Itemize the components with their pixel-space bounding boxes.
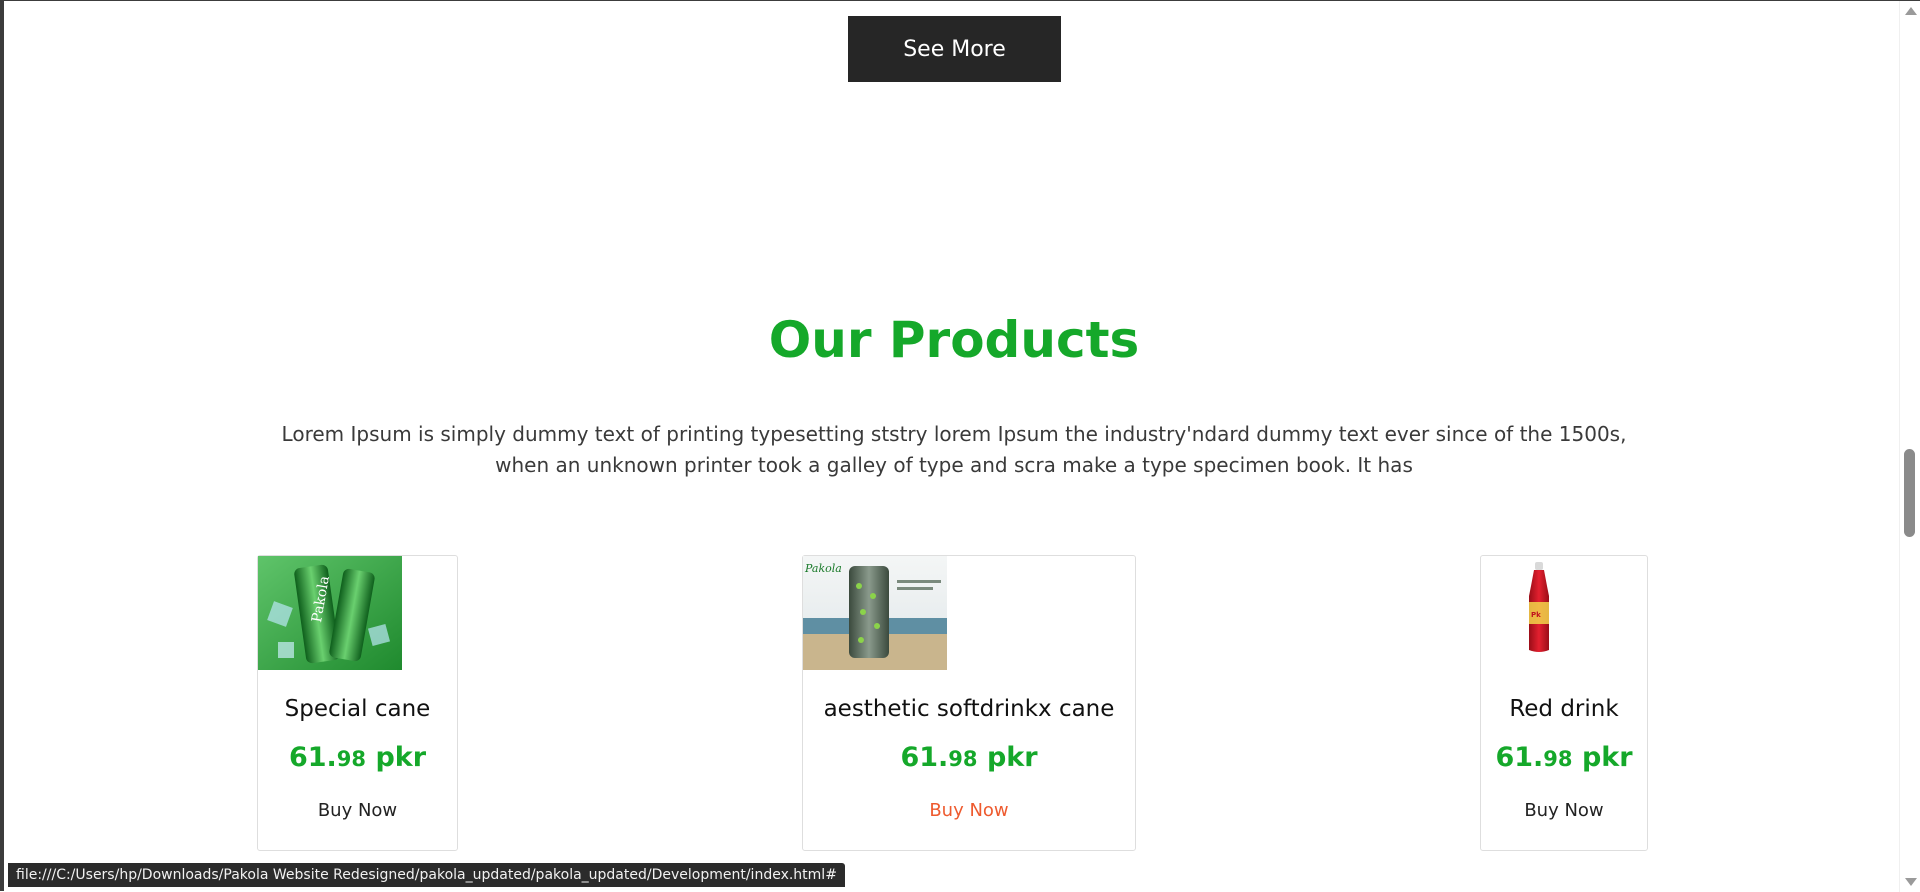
- buy-now-link[interactable]: Buy Now: [1481, 800, 1647, 821]
- see-more-button[interactable]: See More: [848, 16, 1061, 82]
- section-title: Our Products: [768, 311, 1140, 369]
- green-cans-image[interactable]: Pakola: [258, 556, 402, 670]
- product-card: Pakola aesthetic softdrinkx cane 61.98 p…: [802, 555, 1136, 851]
- scrollbar-thumb[interactable]: [1904, 449, 1915, 537]
- product-name: Special cane: [284, 696, 431, 722]
- section-description: Lorem Ipsum is simply dummy text of prin…: [281, 422, 1627, 477]
- product-price: 61.98 pkr: [900, 742, 1038, 773]
- red-bottle-image[interactable]: Pk: [1509, 556, 1569, 656]
- product-name: aesthetic softdrinkx cane: [823, 696, 1115, 722]
- buy-now-link[interactable]: Buy Now: [258, 800, 457, 821]
- vertical-scrollbar[interactable]: [1899, 1, 1920, 892]
- svg-text:Pk: Pk: [1531, 611, 1541, 619]
- buy-now-link[interactable]: Buy Now: [803, 800, 1135, 821]
- svg-text:Pakola: Pakola: [804, 562, 842, 575]
- beach-can-image[interactable]: Pakola: [803, 556, 947, 670]
- product-card: Pakola Special cane 61.98 pkr Buy Now: [257, 555, 458, 851]
- product-price: 61.98 pkr: [288, 742, 427, 773]
- product-price: 61.98 pkr: [1495, 742, 1633, 773]
- status-url-bar: file:///C:/Users/hp/Downloads/Pakola Web…: [8, 863, 845, 887]
- scroll-up-arrow-icon[interactable]: [1905, 7, 1917, 15]
- product-card: Pk Red drink 61.98 pkr Buy Now: [1480, 555, 1648, 851]
- browser-viewport: See More Our Products Lorem Ipsum is sim…: [0, 0, 1920, 892]
- product-name: Red drink: [1509, 696, 1619, 722]
- scroll-down-arrow-icon[interactable]: [1905, 878, 1917, 886]
